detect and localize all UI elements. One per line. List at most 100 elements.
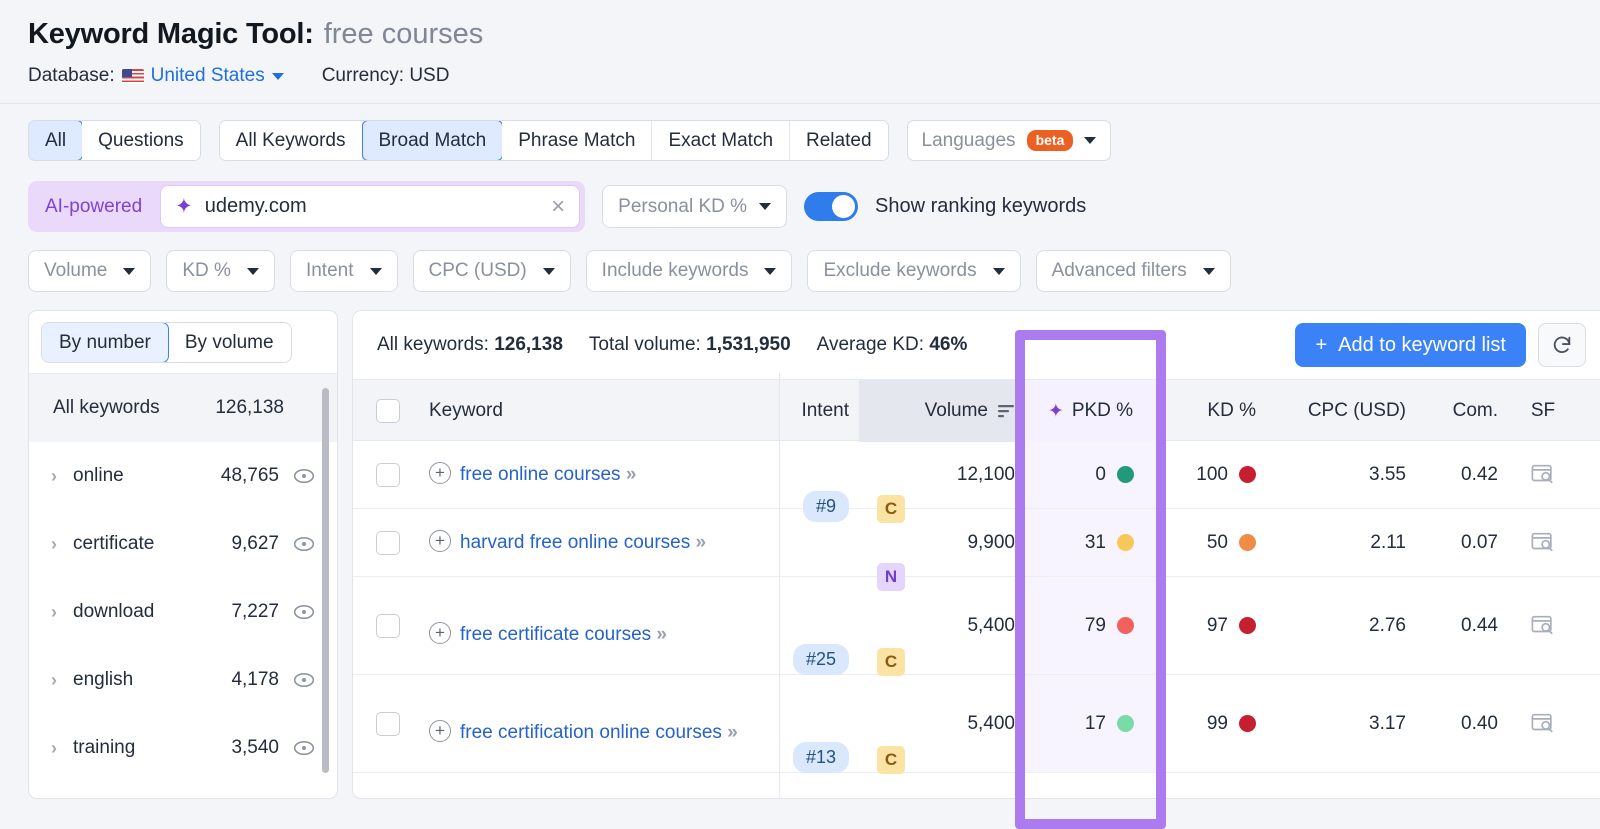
tab-broad-match[interactable]: Broad Match [362, 120, 504, 161]
sidebar-item-label: certificate [73, 533, 231, 555]
filter-include-keywords[interactable]: Include keywords [586, 250, 793, 292]
filter-label: CPC (USD) [429, 260, 527, 282]
chevron-down-icon [1084, 137, 1096, 144]
tab-phrase-match[interactable]: Phrase Match [502, 121, 652, 160]
keyword-link[interactable]: free online courses » [460, 460, 634, 489]
filter-advanced-filters[interactable]: Advanced filters [1036, 250, 1231, 292]
sf-cell[interactable] [1508, 615, 1578, 636]
pkd-status-dot [1117, 715, 1134, 732]
tab-related[interactable]: Related [790, 121, 888, 160]
com-cell: 0.42 [1416, 464, 1508, 486]
pkd-value: 0 [1095, 464, 1106, 486]
keyword-link[interactable]: free certificate courses » [460, 620, 665, 649]
double-chevron-icon: » [626, 464, 635, 485]
filter-kd[interactable]: KD % [166, 250, 275, 292]
row-checkbox[interactable] [376, 712, 400, 736]
tab-questions[interactable]: Questions [82, 121, 200, 160]
tab-all-keywords[interactable]: All Keywords [220, 121, 363, 160]
sidebar-item-label: download [73, 601, 231, 623]
table-row[interactable]: +free certification online courses »#13C… [353, 675, 1600, 773]
sf-cell[interactable] [1508, 464, 1578, 485]
plus-icon: + [1315, 334, 1327, 357]
sidebar-item-online[interactable]: ›online48,765 [29, 442, 337, 510]
eye-icon[interactable] [293, 672, 315, 688]
header-meta: Database: United States Currency: USD [28, 65, 1572, 87]
filter-label: Intent [306, 260, 354, 282]
filter-label: Include keywords [602, 260, 749, 282]
col-intent[interactable]: Intent [779, 400, 859, 422]
volume-value: 5,400 [967, 615, 1015, 637]
sidebar-item-english[interactable]: ›english4,178 [29, 646, 337, 714]
sidebar-sort-by-volume[interactable]: By volume [168, 323, 291, 362]
ai-domain-value: udemy.com [205, 195, 539, 218]
col-keyword[interactable]: Keyword [419, 400, 779, 422]
col-cpc[interactable]: CPC (USD) [1266, 400, 1416, 422]
sidebar-item-all-keywords[interactable]: All keywords 126,138 [29, 374, 337, 442]
volume-cell: 12,100 [859, 464, 1025, 486]
chevron-down-icon [272, 73, 284, 80]
ai-domain-input[interactable]: ✦ udemy.com × [160, 185, 580, 228]
filter-volume[interactable]: Volume [28, 250, 151, 292]
tab-exact-match[interactable]: Exact Match [652, 121, 790, 160]
refresh-button[interactable] [1538, 323, 1586, 367]
filter-cpc-usd[interactable]: CPC (USD) [413, 250, 571, 292]
col-sf[interactable]: SF [1508, 400, 1578, 422]
pkd-status-dot [1117, 617, 1134, 634]
keyword-link[interactable]: free certification online courses » [460, 718, 736, 747]
add-to-keyword-list-button[interactable]: + Add to keyword list [1295, 323, 1526, 367]
col-com[interactable]: Com. [1416, 400, 1508, 422]
filter-intent[interactable]: Intent [290, 250, 398, 292]
personal-kd-dropdown[interactable]: Personal KD % [602, 185, 787, 228]
sort-icon [997, 404, 1015, 418]
add-keyword-icon[interactable]: + [429, 622, 451, 644]
volume-value: 12,100 [957, 464, 1015, 486]
kd-value: 97 [1207, 615, 1228, 637]
keyword-cell: + free certificate courses » [419, 602, 779, 649]
volume-cell: 5,400 [859, 713, 1025, 735]
row-select-cell [353, 614, 419, 638]
sidebar-scrollbar[interactable] [322, 388, 329, 773]
volume-cell: 9,900 [859, 532, 1025, 554]
table-row[interactable]: +free certificate courses »#25C5,4007997… [353, 577, 1600, 675]
row-checkbox[interactable] [376, 531, 400, 555]
filter-label: Exclude keywords [823, 260, 976, 282]
sidebar-item-count: 9,627 [231, 533, 279, 555]
sf-cell[interactable] [1508, 532, 1578, 553]
languages-dropdown[interactable]: Languages beta [907, 120, 1112, 161]
languages-label: Languages [922, 130, 1016, 152]
clear-icon[interactable]: × [551, 195, 565, 219]
table-row[interactable]: +harvard free online courses »N9,9003150… [353, 509, 1600, 577]
col-pkd-label: PKD % [1072, 400, 1133, 422]
show-ranking-keywords-toggle[interactable] [804, 192, 858, 221]
sidebar-item-training[interactable]: ›training3,540 [29, 714, 337, 782]
eye-icon[interactable] [293, 604, 315, 620]
database-selector[interactable]: Database: United States [28, 65, 284, 87]
add-keyword-icon[interactable]: + [429, 530, 451, 552]
select-all-cell [353, 399, 419, 423]
row-checkbox[interactable] [376, 614, 400, 638]
sidebar-item-download[interactable]: ›download7,227 [29, 578, 337, 646]
rank-badge: #13 [793, 742, 849, 773]
row-checkbox[interactable] [376, 463, 400, 487]
col-volume[interactable]: Volume [859, 380, 1025, 442]
content-area: By number By volume All keywords 126,138… [0, 310, 1600, 799]
eye-icon[interactable] [293, 536, 315, 552]
pkd-cell: 0 [1025, 441, 1156, 508]
table-row[interactable]: +free online courses »#9C12,10001003.550… [353, 441, 1600, 509]
filter-label: Volume [44, 260, 107, 282]
add-keyword-icon[interactable]: + [429, 720, 451, 742]
sidebar-item-certificate[interactable]: ›certificate9,627 [29, 510, 337, 578]
pkd-cell: 31 [1025, 509, 1156, 576]
tab-all[interactable]: All [28, 120, 83, 161]
filter-exclude-keywords[interactable]: Exclude keywords [807, 250, 1020, 292]
add-keyword-icon[interactable]: + [429, 462, 451, 484]
sidebar-sort-by-number[interactable]: By number [41, 322, 169, 363]
sf-cell[interactable] [1508, 713, 1578, 734]
col-pkd[interactable]: ✦ PKD % [1025, 380, 1156, 442]
filter-label: Advanced filters [1052, 260, 1187, 282]
eye-icon[interactable] [293, 468, 315, 484]
eye-icon[interactable] [293, 740, 315, 756]
keyword-link[interactable]: harvard free online courses » [460, 528, 704, 557]
col-kd[interactable]: KD % [1156, 400, 1266, 422]
select-all-checkbox[interactable] [376, 399, 400, 423]
